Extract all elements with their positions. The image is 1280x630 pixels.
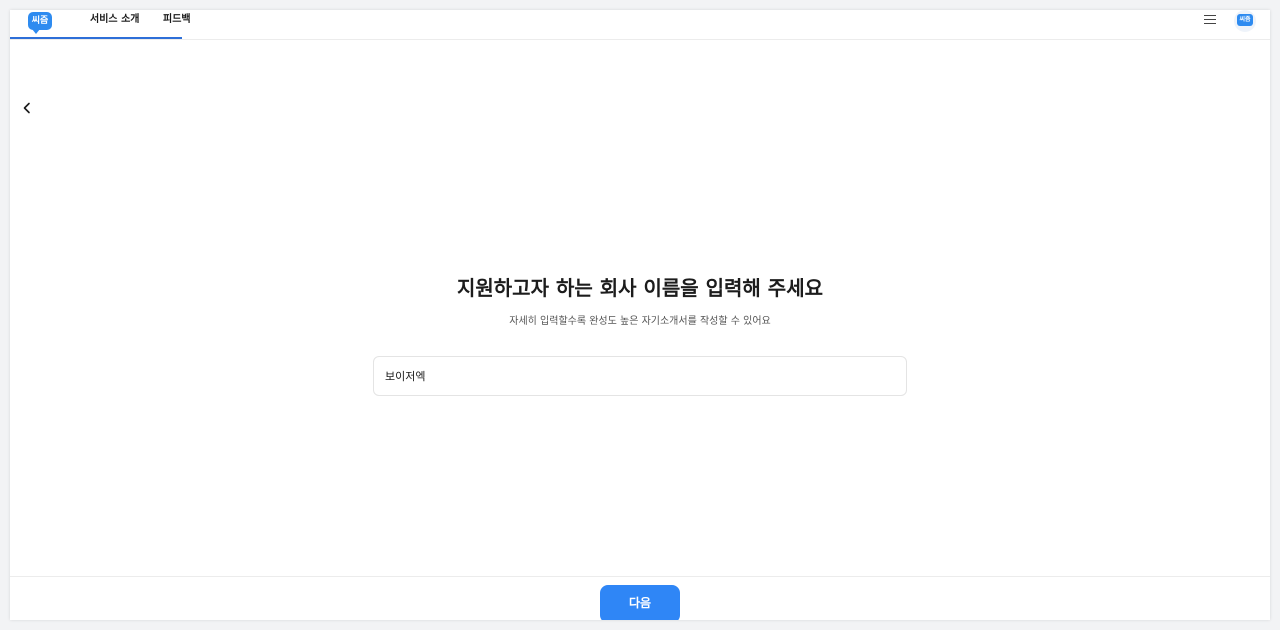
company-name-input[interactable] xyxy=(373,356,907,396)
nav-active-underline xyxy=(10,37,182,39)
hamburger-menu-icon[interactable] xyxy=(1204,15,1216,25)
nav-service-intro[interactable]: 서비스 소개 xyxy=(90,14,139,26)
top-navigation-bar: 씨즘 서비스 소개 피드백 씨즘 xyxy=(10,10,1270,40)
bottom-action-bar: 다음 xyxy=(10,576,1270,620)
avatar-logo: 씨즘 xyxy=(1237,14,1253,26)
logo[interactable]: 씨즘 xyxy=(28,12,52,34)
app-window: 씨즘 서비스 소개 피드백 씨즘 지원하고자 하는 회사 이름을 입력해 주세요… xyxy=(10,10,1270,620)
page-subtitle: 자세히 입력할수록 완성도 높은 자기소개서를 작성할 수 있어요 xyxy=(509,316,771,327)
next-button[interactable]: 다음 xyxy=(600,585,680,620)
nav-feedback[interactable]: 피드백 xyxy=(163,14,191,26)
chevron-left-icon[interactable] xyxy=(20,100,34,114)
page-title: 지원하고자 하는 회사 이름을 입력해 주세요 xyxy=(456,276,823,300)
avatar[interactable]: 씨즘 xyxy=(1234,10,1256,32)
